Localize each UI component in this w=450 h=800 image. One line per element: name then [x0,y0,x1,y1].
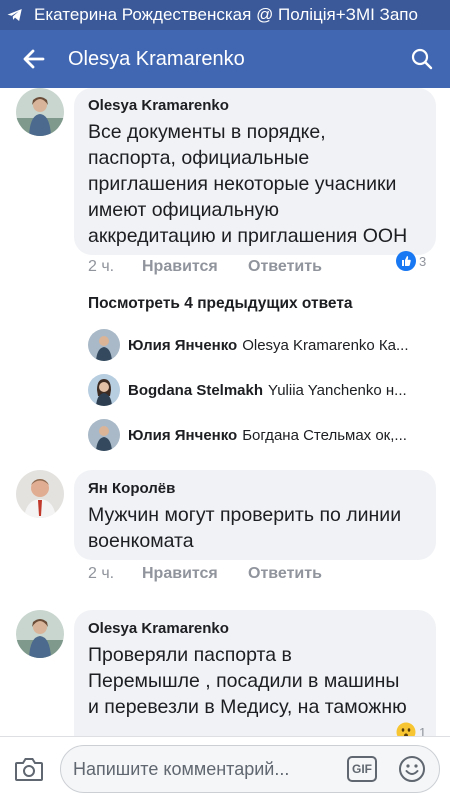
back-arrow-icon [23,49,45,69]
comment-input[interactable] [73,746,333,792]
back-button[interactable] [0,30,68,88]
comment-line: паспорта, официальные [88,147,310,169]
avatar[interactable] [88,419,120,451]
comment-text: Мужчин могут проверить по линии военкома… [88,502,401,554]
reply-row[interactable]: Юлия Янченко Olesya Kramarenko Ка... [88,327,438,363]
avatar[interactable] [88,329,120,361]
comment-line: аккредитацию и приглашения ООН [88,225,408,247]
like-button[interactable]: Нравится [142,565,218,583]
reply-text: Yuliia Yanchenko н... [268,381,407,399]
comment-field[interactable]: GIF [60,745,440,793]
notification-text: Екатерина Рождественская @ Поліція+ЗМІ З… [34,5,418,24]
view-previous-replies-link[interactable]: Посмотреть 4 предыдущих ответа [88,295,353,313]
search-icon [411,48,433,70]
reply-text: Богдана Стельмах ок,... [242,426,407,444]
comment-line: приглашения некоторые учасники [88,173,397,195]
comment-author[interactable]: Olesya Kramarenko [88,620,229,637]
camera-button[interactable] [0,737,58,800]
comment-text: Все документы в порядке, паспорта, офици… [88,119,407,249]
comment-line: Перемышле , посадили в машины [88,670,400,692]
avatar[interactable] [16,88,64,136]
reply-row[interactable]: Bogdana Stelmakh Yuliia Yanchenko н... [88,372,438,408]
reaction-number: 3 [419,253,427,269]
reaction-count[interactable]: 1 [396,722,426,736]
comment-list: Olesya Kramarenko Все документы в порядк… [0,88,450,736]
comment-composer: GIF [0,736,450,800]
camera-icon [15,757,43,781]
comment-line: Мужчин могут проверить по линии [88,504,402,526]
reply-author: Юлия Янченко [128,336,238,354]
reaction-count[interactable]: 3 [396,251,426,271]
emoji-icon[interactable] [398,755,426,783]
comment-text: Проверяли паспорта в Перемышле , посадил… [88,642,407,720]
reply-author: Bogdana Stelmakh [128,381,264,399]
comment-time: 2 ч. [88,258,115,275]
comment-line: Все документы в порядке, [88,121,326,143]
avatar[interactable] [16,470,64,518]
search-button[interactable] [394,30,450,88]
gif-button[interactable]: GIF [347,756,377,782]
telegram-icon [7,9,22,21]
app-header: Olesya Kramarenko [0,30,450,88]
comment-time: 2 ч. [88,565,115,582]
reply-author: Юлия Янченко [128,426,238,444]
reaction-number: 1 [419,724,427,737]
like-button[interactable]: Нравится [142,258,218,276]
status-bar: Екатерина Рождественская @ Поліція+ЗМІ З… [0,0,450,30]
comment-line: Проверяли паспорта в [88,644,292,666]
reply-button[interactable]: Ответить [248,565,322,583]
reply-row[interactable]: Юлия Янченко Богдана Стельмах ок,... [88,417,438,453]
avatar[interactable] [88,374,120,406]
avatar[interactable] [16,610,64,658]
comment-line: военкомата [88,530,194,552]
page-title: Olesya Kramarenko [68,47,245,70]
reply-text: Olesya Kramarenko Ка... [242,336,409,354]
comment-line: и перевезли в Медису, на таможню [88,696,407,718]
reply-button[interactable]: Ответить [248,258,322,276]
comment-thread-screen: Екатерина Рождественская @ Поліція+ЗМІ З… [0,0,450,800]
like-reaction-icon [396,251,416,271]
wow-reaction-icon [396,722,416,736]
comment-line: имеют официальную [88,199,280,221]
comment-author[interactable]: Olesya Kramarenko [88,97,229,114]
gif-icon: GIF [352,762,372,776]
comment-author[interactable]: Ян Королёв [88,480,175,497]
